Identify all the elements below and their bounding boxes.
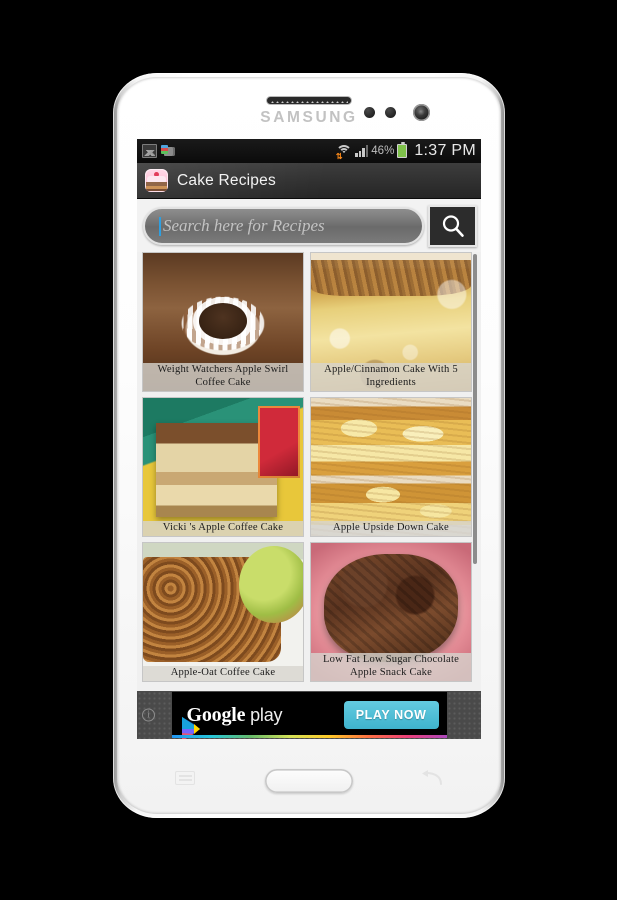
wifi-icon: ⇅ xyxy=(335,144,352,160)
earpiece-speaker xyxy=(266,96,352,105)
battery-icon xyxy=(397,141,408,158)
action-bar: Cake Recipes xyxy=(137,163,481,199)
recipe-title: Vicki 's Apple Coffee Cake xyxy=(143,520,303,536)
phone-screen: ⇅ 46% 1:37 PM Cake Recipes Search here f… xyxy=(137,139,481,739)
gallery-icon xyxy=(142,144,157,158)
phone-device: SAMSUNG ⇅ 46% 1:37 PM Cake Recipes Searc… xyxy=(113,73,505,818)
recipe-grid-container: Weight Watchers Apple Swirl Coffee Cake … xyxy=(137,252,481,692)
printer-icon xyxy=(161,144,177,158)
recipe-card[interactable]: Apple/Cinnamon Cake With 5 Ingredients xyxy=(310,252,472,392)
status-clock: 1:37 PM xyxy=(414,142,476,159)
recipe-title: Weight Watchers Apple Swirl Coffee Cake xyxy=(143,363,303,391)
scrollbar-track[interactable] xyxy=(473,252,479,692)
recipe-card[interactable]: Low Fat Low Sugar Chocolate Apple Snack … xyxy=(310,542,472,682)
brand-logo: SAMSUNG xyxy=(260,109,358,126)
search-button[interactable] xyxy=(428,205,477,247)
ad-brand-sub: play xyxy=(245,704,283,725)
light-sensor-icon xyxy=(385,107,396,118)
recipe-title: Apple/Cinnamon Cake With 5 Ingredients xyxy=(311,363,471,391)
search-bar: Search here for Recipes xyxy=(137,199,481,252)
scrollbar-thumb[interactable] xyxy=(473,254,477,564)
status-right-icons: ⇅ 46% 1:37 PM xyxy=(335,141,476,160)
play-now-button[interactable]: PLAY NOW xyxy=(343,701,439,729)
ad-color-strip xyxy=(171,735,447,738)
front-camera-icon xyxy=(413,104,430,121)
ad-content[interactable]: Google play PLAY NOW xyxy=(171,692,447,739)
search-icon xyxy=(442,215,464,237)
search-placeholder: Search here for Recipes xyxy=(163,216,325,235)
status-bar: ⇅ 46% 1:37 PM xyxy=(137,139,481,163)
cake-app-icon[interactable] xyxy=(145,169,168,192)
recipe-card[interactable]: Apple Upside Down Cake xyxy=(310,397,472,537)
signal-icon xyxy=(354,145,369,157)
recipe-photo xyxy=(143,543,303,681)
recipe-card[interactable]: Vicki 's Apple Coffee Cake xyxy=(142,397,304,537)
home-button[interactable] xyxy=(265,769,353,793)
speaker-grille xyxy=(270,98,348,103)
info-icon[interactable]: i xyxy=(142,708,155,722)
recipe-title: Apple-Oat Coffee Cake xyxy=(143,665,303,681)
recipe-card[interactable]: Weight Watchers Apple Swirl Coffee Cake xyxy=(142,252,304,392)
recipe-photo xyxy=(311,398,471,536)
text-caret xyxy=(159,216,161,236)
battery-percent-label: 46% xyxy=(371,145,395,157)
proximity-sensor-icon xyxy=(364,107,375,118)
recipe-title: Apple Upside Down Cake xyxy=(311,520,471,536)
back-arrow-icon xyxy=(422,770,442,785)
back-key[interactable] xyxy=(421,770,443,787)
recipe-grid: Weight Watchers Apple Swirl Coffee Cake … xyxy=(137,252,481,682)
ad-banner[interactable]: i Google play PLAY NOW xyxy=(137,691,481,739)
recipe-photo xyxy=(143,398,303,536)
app-title: Cake Recipes xyxy=(177,171,276,189)
recipe-card[interactable]: Apple-Oat Coffee Cake xyxy=(142,542,304,682)
search-input[interactable]: Search here for Recipes xyxy=(143,207,424,245)
recipe-title: Low Fat Low Sugar Chocolate Apple Snack … xyxy=(311,653,471,681)
status-left-icons xyxy=(142,144,177,158)
menu-key[interactable] xyxy=(175,771,195,785)
